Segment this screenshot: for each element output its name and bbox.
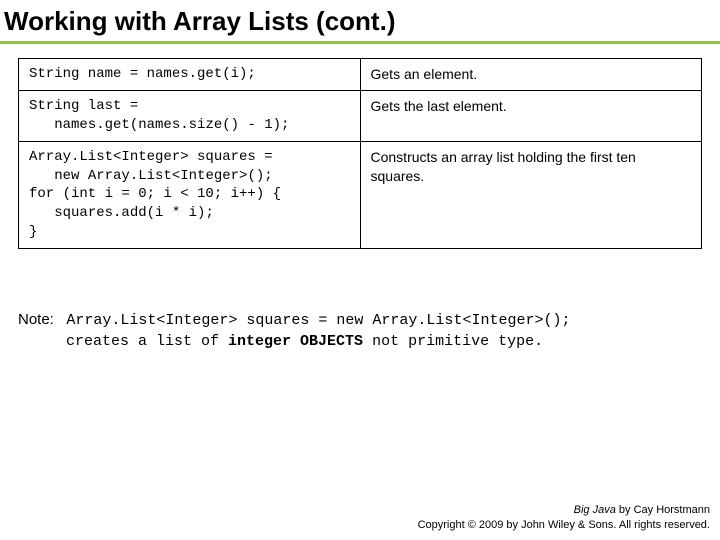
- footer-book: Big Java: [574, 504, 616, 516]
- footer-author: by Cay Horstmann: [616, 504, 710, 516]
- examples-table: String name = names.get(i); Gets an elem…: [18, 58, 702, 249]
- note-label: Note:: [18, 311, 54, 328]
- desc-cell: Gets an element.: [360, 59, 702, 91]
- note-block: Note: Array.List<Integer> squares = new …: [18, 309, 702, 352]
- desc-cell: Gets the last element.: [360, 90, 702, 141]
- code-cell: String last = names.get(names.size() - 1…: [19, 90, 361, 141]
- page-title: Working with Array Lists (cont.): [0, 0, 720, 44]
- footer: Big Java by Cay Horstmann Copyright © 20…: [418, 503, 710, 532]
- code-cell: Array.List<Integer> squares = new Array.…: [19, 141, 361, 248]
- code-cell: String name = names.get(i);: [19, 59, 361, 91]
- table-row: String name = names.get(i); Gets an elem…: [19, 59, 702, 91]
- table-row: String last = names.get(names.size() - 1…: [19, 90, 702, 141]
- footer-copyright: Copyright © 2009 by John Wiley & Sons. A…: [418, 518, 710, 532]
- desc-cell: Constructs an array list holding the fir…: [360, 141, 702, 248]
- content-area: String name = names.get(i); Gets an elem…: [0, 58, 720, 352]
- table-row: Array.List<Integer> squares = new Array.…: [19, 141, 702, 248]
- note-code-line2: creates a list of integer OBJECTS not pr…: [66, 331, 702, 352]
- note-code-line1: Array.List<Integer> squares = new Array.…: [66, 312, 570, 329]
